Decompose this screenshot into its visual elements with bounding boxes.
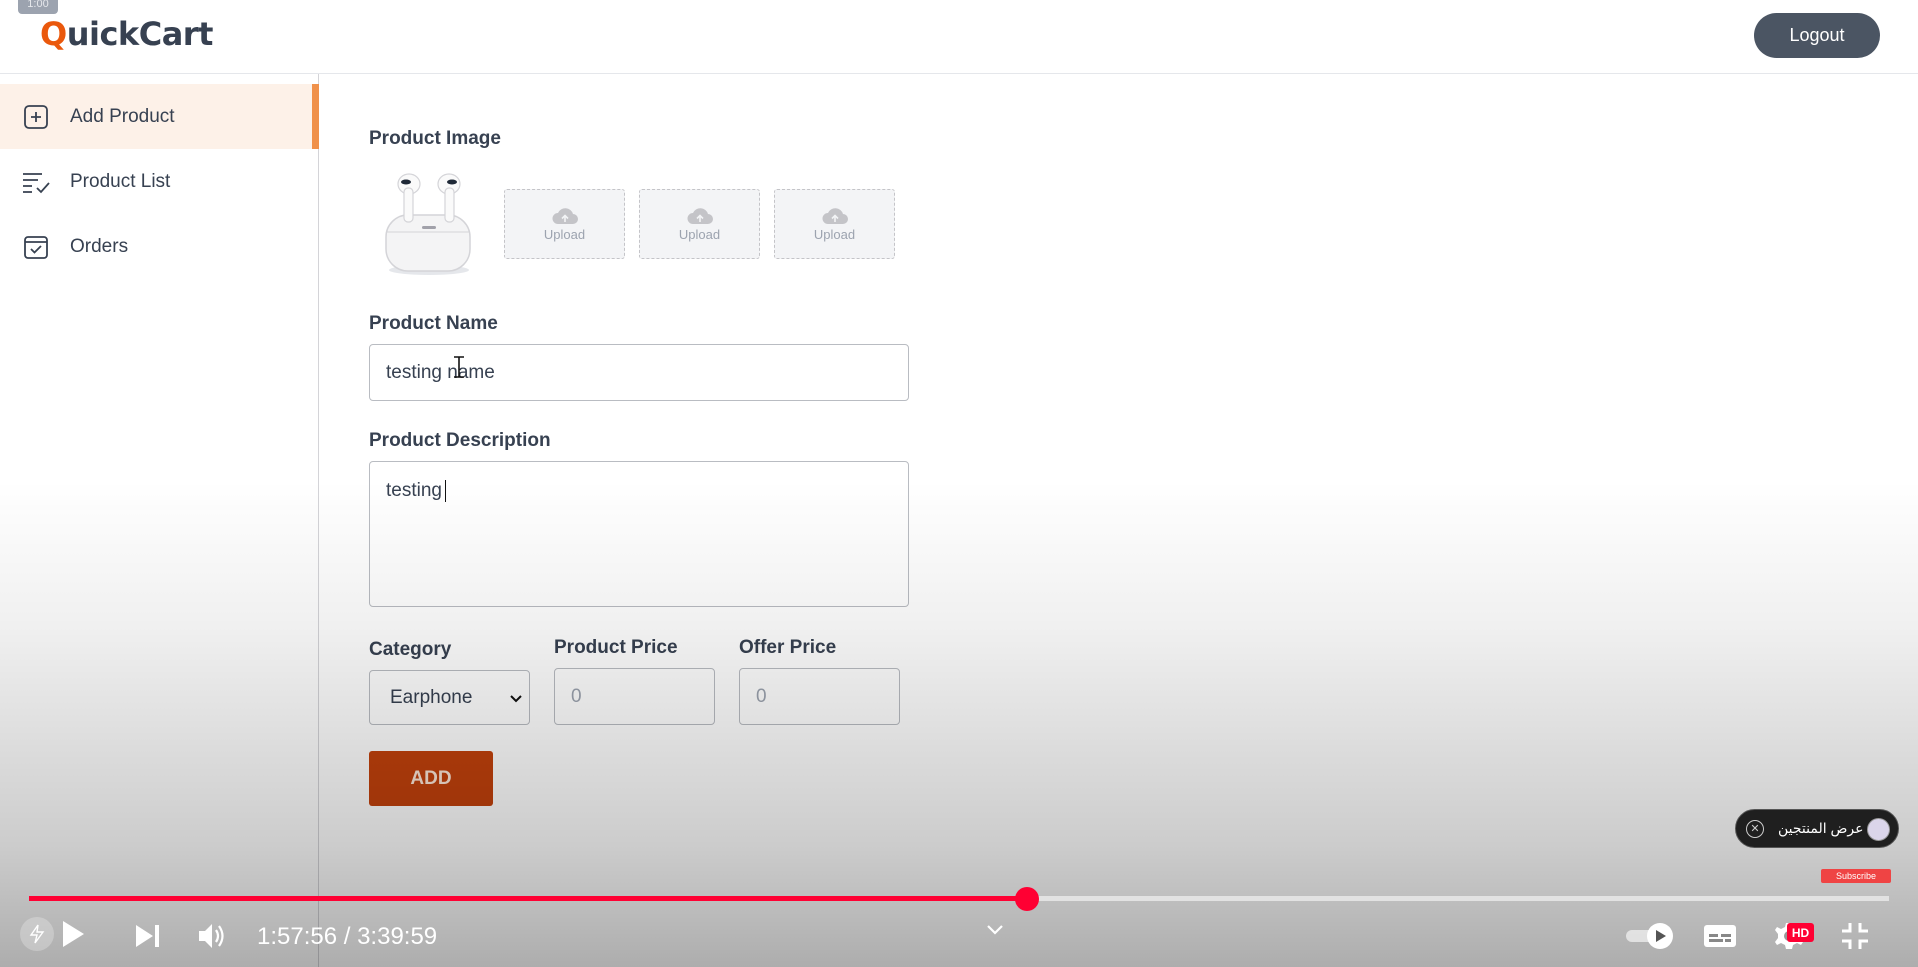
product-price-label: Product Price <box>554 637 678 658</box>
product-description-value: testing <box>386 480 442 502</box>
upload-label: Upload <box>543 226 586 242</box>
cloud-upload-icon <box>552 207 578 224</box>
cloud-upload-icon <box>822 207 848 224</box>
quickcart-logo[interactable]: QuickCart <box>40 15 213 53</box>
video-progress-fill <box>29 896 1027 901</box>
logo-letter-q: Q <box>40 15 67 53</box>
featured-products-pill[interactable]: ✕ عرض المنتجين <box>1735 809 1899 848</box>
chevron-down-icon <box>510 695 522 703</box>
upload-slot-4[interactable]: Upload <box>774 189 895 259</box>
airpods-image-icon <box>385 173 471 275</box>
captions-button[interactable] <box>1702 921 1738 951</box>
calendar-check-icon <box>22 233 50 261</box>
chapters-toggle[interactable] <box>984 920 1006 940</box>
top-time-pill: 1:00 <box>18 0 58 14</box>
product-price-input[interactable]: 0 <box>554 668 715 725</box>
upload-label: Upload <box>813 226 856 242</box>
logout-button[interactable]: Logout <box>1754 13 1880 58</box>
sidebar-item-product-list[interactable]: Product List <box>0 149 319 214</box>
autoplay-toggle[interactable] <box>1624 922 1676 950</box>
next-button[interactable] <box>132 920 164 952</box>
text-cursor-icon <box>454 356 464 378</box>
play-icon <box>63 921 84 947</box>
product-name-input[interactable]: testing name <box>369 344 909 401</box>
upload-label: Upload <box>678 226 721 242</box>
sidebar: Add Product Product List Orders <box>0 74 319 967</box>
product-name-value: testing name <box>386 361 495 383</box>
exit-fullscreen-button[interactable] <box>1840 921 1870 951</box>
app-header: 1:00 QuickCart Logout <box>0 0 1918 74</box>
logo-text: uickCart <box>66 15 214 53</box>
add-product-button[interactable]: ADD <box>369 751 493 806</box>
skip-next-icon <box>136 925 159 947</box>
upload-slot-3[interactable]: Upload <box>639 189 760 259</box>
video-progress-bar[interactable] <box>29 887 1889 911</box>
volume-icon <box>199 924 224 948</box>
cloud-upload-icon <box>687 207 713 224</box>
exit-fullscreen-icon <box>1842 923 1868 949</box>
sidebar-item-label: Add Product <box>70 105 175 127</box>
product-price-placeholder: 0 <box>571 685 582 707</box>
autoplay-toggle-icon <box>1626 923 1673 949</box>
category-label: Category <box>369 639 452 660</box>
play-button[interactable] <box>56 917 90 951</box>
upload-slot-2[interactable]: Upload <box>504 189 625 259</box>
sidebar-item-orders[interactable]: Orders <box>0 214 319 279</box>
sidebar-item-add-product[interactable]: Add Product <box>0 84 319 149</box>
list-check-icon <box>22 168 50 196</box>
hd-badge: HD <box>1787 923 1814 942</box>
video-time-display: 1:57:56 / 3:39:59 <box>257 923 438 950</box>
autoplay-indicator[interactable] <box>20 917 54 951</box>
volume-button[interactable] <box>196 920 230 952</box>
product-description-label: Product Description <box>369 430 551 451</box>
video-progress-scrubber[interactable] <box>1014 887 1039 911</box>
text-caret <box>444 480 446 502</box>
featured-label: عرض المنتجين <box>1778 820 1864 836</box>
offer-price-input[interactable]: 0 <box>739 668 900 725</box>
product-description-textarea[interactable]: testing <box>369 461 909 607</box>
product-image-label: Product Image <box>369 128 501 149</box>
offer-price-placeholder: 0 <box>756 685 767 707</box>
category-value: Earphone <box>390 686 473 708</box>
offer-price-label: Offer Price <box>739 637 837 658</box>
add-square-icon <box>22 103 50 131</box>
lightning-icon <box>29 924 45 944</box>
sidebar-item-label: Orders <box>70 235 129 257</box>
subscribe-badge[interactable]: Subscribe <box>1821 869 1891 883</box>
chevron-down-icon <box>987 925 1003 935</box>
captions-icon <box>1704 925 1736 947</box>
featured-thumbnail <box>1867 818 1890 841</box>
product-name-label: Product Name <box>369 313 498 334</box>
close-icon[interactable]: ✕ <box>1746 819 1764 838</box>
sidebar-item-label: Product List <box>70 170 171 192</box>
category-select[interactable]: Earphone <box>369 670 530 725</box>
product-image-preview[interactable] <box>374 170 484 280</box>
